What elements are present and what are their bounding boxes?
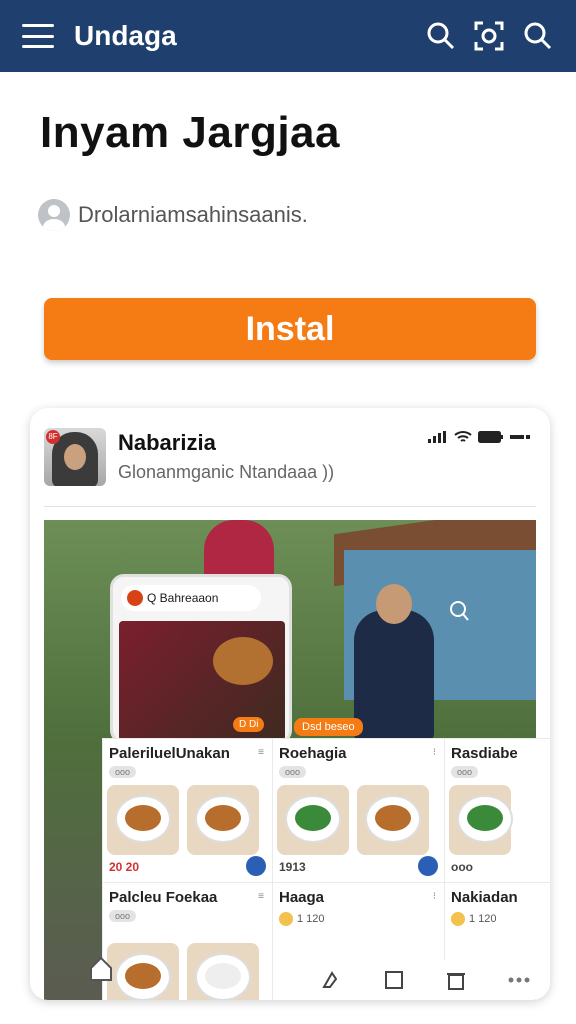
emoji-icon <box>279 912 293 926</box>
profile-avatar: 8F <box>44 428 106 486</box>
more-icon[interactable]: ⁝ <box>433 747 436 758</box>
tile-pill: ooo <box>451 766 479 778</box>
tile-name: Haaga <box>279 889 325 906</box>
food-image <box>449 785 513 855</box>
food-bowl <box>213 637 273 685</box>
install-button[interactable]: Instal <box>44 298 536 360</box>
preview-bottom-bar <box>300 960 550 1000</box>
top-app-bar: Undaga <box>0 0 576 72</box>
more-icon[interactable]: ⁝ <box>433 891 436 902</box>
wifi-icon <box>454 431 472 442</box>
battery-icon <box>478 431 503 443</box>
signal-icon <box>428 431 446 443</box>
grid-tile[interactable]: Palcleu Foekaa ooo ≡ <box>102 882 272 1000</box>
tile-count: 1 120 <box>279 912 438 926</box>
tile-pill: ooo <box>109 766 137 778</box>
preview-profile-sub: Glonanmganic Ntandaaa )) <box>118 462 335 482</box>
phone-mockup: Q Bahreaaon D Di <box>110 574 292 744</box>
tile-price: 1913 <box>279 860 306 874</box>
phone-search-bar: Q Bahreaaon <box>121 585 261 611</box>
scan-icon[interactable] <box>472 19 506 53</box>
page-title: Inyam Jargjaa <box>40 108 340 157</box>
tile-price: 20 20 <box>109 860 140 874</box>
food-image <box>107 785 179 855</box>
profile-search-icon[interactable] <box>520 19 554 53</box>
tile-name: Rasdiabe <box>451 745 518 762</box>
food-image <box>277 785 349 855</box>
grid-tile[interactable]: PaleriluelUnakan ooo ≡ 20 20 <box>102 738 272 882</box>
tile-name: Roehagia <box>279 745 347 762</box>
preview-profile-name: Nabarizia <box>118 430 216 455</box>
tile-name: Nakiadan <box>451 889 518 906</box>
bookmark-icon[interactable] <box>320 969 342 991</box>
more-icon[interactable]: ≡ <box>258 747 264 758</box>
scene-tag: Dsd beseo <box>294 718 363 736</box>
square-icon[interactable] <box>383 969 405 991</box>
trash-icon[interactable] <box>445 969 467 991</box>
divider <box>44 506 536 507</box>
screenshot-preview-card[interactable]: 8F Nabarizia Glonanmganic Ntandaaa )) Q … <box>30 408 550 1000</box>
menu-icon[interactable] <box>22 24 54 48</box>
menu-dots-icon <box>510 435 530 439</box>
tile-name: PaleriluelUnakan <box>109 745 230 762</box>
developer-name: Drolarniamsahinsaanis. <box>78 202 308 227</box>
food-image <box>107 943 179 1000</box>
camera-icon[interactable] <box>246 856 266 876</box>
profile-badge: 8F <box>46 430 60 444</box>
food-image <box>357 785 429 855</box>
person-figure <box>354 584 434 740</box>
developer-line: Drolarniamsahinsaanis. <box>38 199 308 231</box>
home-icon[interactable] <box>88 954 114 982</box>
more-icon[interactable]: ≡ <box>258 891 264 902</box>
tile-price: ooo <box>451 860 473 874</box>
status-bar <box>428 430 532 444</box>
tile-pill: ooo <box>279 766 307 778</box>
phone-tag: D Di <box>233 717 265 732</box>
tile-pill: ooo <box>109 910 137 922</box>
grid-tile[interactable]: Rasdiabe ooo ooo <box>444 738 550 882</box>
location-icon <box>450 601 469 621</box>
grid-tile[interactable]: Roehagia ooo ⁝ 1913 <box>272 738 444 882</box>
food-image <box>187 943 259 1000</box>
tile-count: 1 120 <box>451 912 550 926</box>
chevron-right-icon: )) <box>322 462 335 482</box>
search-icon[interactable] <box>424 19 458 53</box>
emoji-icon <box>451 912 465 926</box>
more-dots-icon[interactable] <box>508 969 530 991</box>
camera-icon[interactable] <box>418 856 438 876</box>
user-avatar-icon <box>38 199 70 231</box>
food-image <box>187 785 259 855</box>
avatar-icon <box>127 590 143 606</box>
tile-name: Palcleu Foekaa <box>109 889 218 906</box>
app-title: Undaga <box>74 20 177 51</box>
